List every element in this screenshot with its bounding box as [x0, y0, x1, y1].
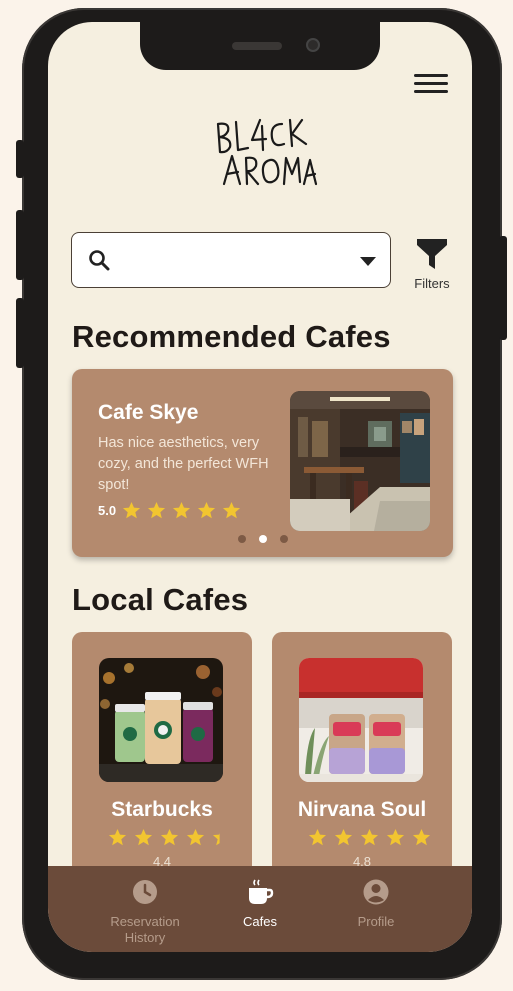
brand-logo: [216, 118, 318, 186]
cafe-name: Starbucks: [111, 798, 213, 821]
star-icon: [186, 828, 205, 846]
star-icon: [412, 828, 431, 846]
filters-button[interactable]: Filters: [410, 236, 454, 291]
clock-icon: [133, 880, 157, 904]
star-icon: [308, 828, 327, 846]
star-icon: [198, 501, 216, 519]
nav-label: Reservation History: [110, 914, 180, 945]
phone-volume-down-button: [16, 298, 24, 368]
star-icon: [160, 828, 179, 846]
rating-stars: [122, 501, 241, 520]
star-icon: [386, 828, 405, 846]
carousel-dot[interactable]: [259, 535, 267, 543]
phone-mute-button: [16, 140, 24, 178]
cafe-name: Cafe Skye: [98, 401, 199, 424]
cafe-rating: 5.0: [98, 501, 241, 520]
star-icon: [123, 501, 141, 519]
filter-funnel-icon: [417, 239, 447, 269]
rating-stars: [308, 828, 431, 847]
star-icon: [108, 828, 127, 846]
phone-volume-up-button: [16, 210, 24, 280]
nav-reservation-history[interactable]: Reservation History: [90, 878, 200, 946]
star-icon: [212, 833, 220, 846]
carousel-dots: [238, 535, 288, 543]
star-icon: [223, 501, 241, 519]
cafe-description: Has nice aesthetics, very cozy, and the …: [98, 435, 269, 493]
carousel-dot[interactable]: [280, 535, 288, 543]
local-cafe-card-nirvana-soul[interactable]: Nirvana Soul 4.8: [272, 632, 452, 882]
phone-notch: [140, 22, 380, 70]
user-icon: [363, 879, 389, 905]
local-cafe-card-starbucks[interactable]: Starbucks 4.4: [72, 632, 252, 882]
star-icon: [148, 501, 166, 519]
filters-label: Filters: [414, 276, 450, 291]
cafe-skye-photo: [290, 391, 430, 531]
rating-value: 5.0: [98, 503, 117, 518]
star-icon: [173, 501, 191, 519]
nav-label: Profile: [357, 914, 395, 929]
search-icon: [89, 250, 110, 271]
speaker-grille: [232, 42, 282, 50]
nav-profile[interactable]: Profile: [321, 878, 431, 930]
search-bar[interactable]: [71, 232, 391, 288]
local-cafes-title: Local Cafes: [72, 582, 249, 617]
front-camera: [306, 38, 320, 52]
cafe-name: Nirvana Soul: [297, 798, 427, 821]
carousel-dot[interactable]: [238, 535, 246, 543]
recommended-cafes-title: Recommended Cafes: [72, 319, 391, 354]
phone-power-button: [499, 236, 507, 340]
nav-cafes[interactable]: Cafes: [205, 878, 315, 930]
star-icon: [360, 828, 379, 846]
app-screen: Filters Recommended Cafes Cafe Skye Has …: [48, 22, 472, 952]
nav-label: Cafes: [243, 914, 277, 929]
starbucks-photo: [99, 658, 223, 782]
recommended-cafe-card[interactable]: Cafe Skye Has nice aesthetics, very cozy…: [72, 369, 453, 557]
nirvana-soul-photo: [299, 658, 423, 782]
search-input[interactable]: [118, 245, 352, 277]
star-icon: [134, 828, 153, 846]
star-icon: [334, 828, 353, 846]
hamburger-menu-icon[interactable]: [414, 70, 448, 98]
bottom-navigation: Reservation History Cafes Profile: [48, 866, 472, 952]
coffee-cup-icon: [249, 879, 274, 904]
rating-stars: [108, 828, 231, 847]
dropdown-caret-icon[interactable]: [360, 257, 376, 266]
